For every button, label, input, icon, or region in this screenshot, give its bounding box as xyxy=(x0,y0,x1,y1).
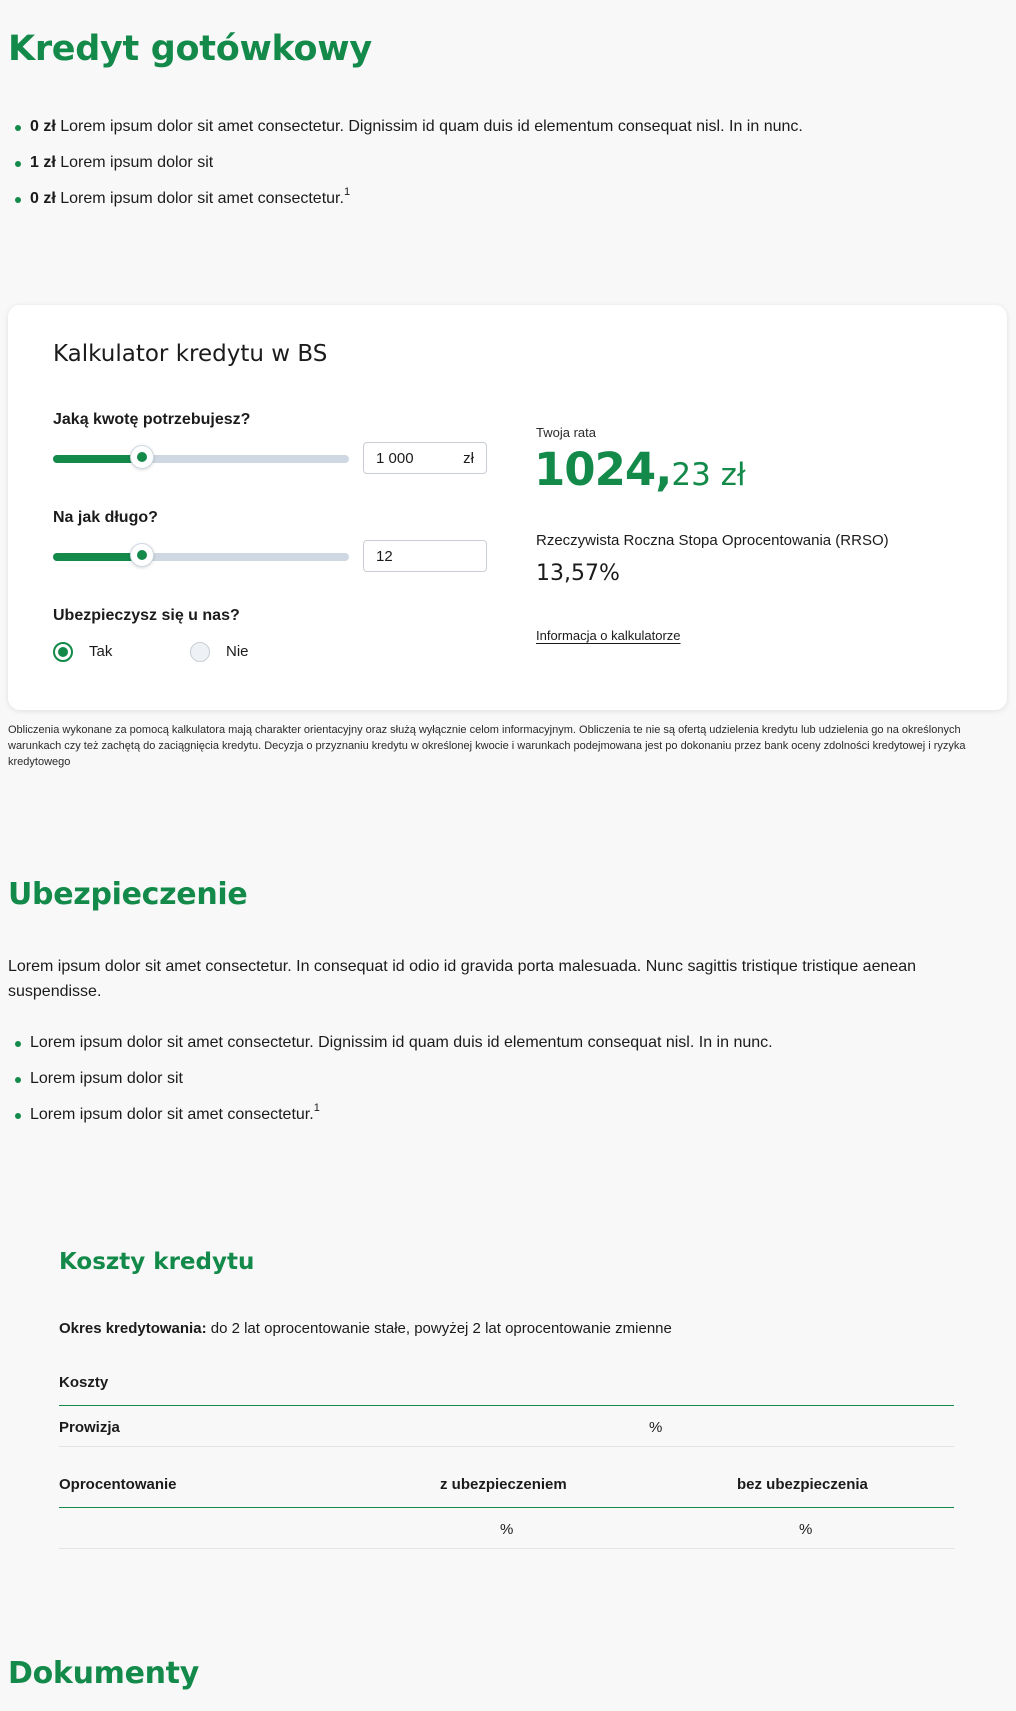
amount-input[interactable]: 1 000 zł xyxy=(363,442,487,474)
term-slider-thumb[interactable] xyxy=(129,543,154,567)
bullet-amount: 0 zł xyxy=(30,190,56,207)
footnote-marker[interactable]: 1 xyxy=(344,186,350,198)
rrso-label: Rzeczywista Roczna Stopa Oprocentowania … xyxy=(536,532,889,549)
insurance-section-title: Ubezpieczenie xyxy=(8,877,248,912)
interest-with-insurance-value: % xyxy=(500,1521,514,1538)
bullet-text: Lorem ipsum dolor sit amet consectetur. … xyxy=(60,118,803,135)
amount-slider-fill xyxy=(53,455,142,463)
bullet-icon xyxy=(15,125,21,131)
insurance-yes-label[interactable]: Tak xyxy=(89,643,112,660)
bullet-amount: 1 zł xyxy=(30,154,56,171)
insurance-question-label: Ubezpieczysz się u nas? xyxy=(53,607,240,624)
insurance-yes-radio[interactable] xyxy=(53,642,73,662)
bullet-icon xyxy=(15,1113,21,1119)
monthly-rate-value: 1024,23 zł xyxy=(534,443,746,496)
loan-calculator-card: Kalkulator kredytu w BS Jaką kwotę potrz… xyxy=(8,305,1007,710)
bullet-text: Lorem ipsum dolor sit xyxy=(30,1070,183,1087)
page-title: Kredyt gotówkowy xyxy=(8,29,372,69)
credit-period-value: do 2 lat oprocentowanie stałe, powyżej 2… xyxy=(210,1320,672,1337)
calculator-title: Kalkulator kredytu w BS xyxy=(53,341,328,367)
documents-section-title: Dokumenty xyxy=(8,1656,199,1691)
bullet-icon xyxy=(15,197,21,203)
table-divider xyxy=(59,1446,954,1447)
insurance-paragraph: Lorem ipsum dolor sit amet consectetur. … xyxy=(8,958,917,1000)
rate-label: Twoja rata xyxy=(536,425,596,440)
footnote-marker[interactable]: 1 xyxy=(314,1102,320,1114)
table-divider xyxy=(59,1548,954,1549)
amount-input-unit: zł xyxy=(463,450,474,467)
costs-section-title: Koszty kredytu xyxy=(59,1249,255,1275)
rate-integer: 1024, xyxy=(534,443,672,496)
credit-period-text: Okres kredytowania: do 2 lat oprocentowa… xyxy=(59,1320,672,1337)
amount-input-value: 1 000 xyxy=(376,450,414,467)
commission-value: % xyxy=(649,1419,663,1436)
table-divider xyxy=(59,1507,954,1508)
insurance-no-radio[interactable] xyxy=(190,642,210,662)
bullet-icon xyxy=(15,1077,21,1083)
term-label: Na jak długo? xyxy=(53,509,158,526)
with-insurance-header: z ubezpieczeniem xyxy=(440,1476,567,1493)
list-item: Lorem ipsum dolor sit amet consectetur. … xyxy=(8,1033,1008,1069)
list-item: Lorem ipsum dolor sit amet consectetur.1 xyxy=(8,1102,1008,1141)
bullet-text: Lorem ipsum dolor sit amet consectetur. xyxy=(30,1106,314,1123)
insurance-bullet-list: Lorem ipsum dolor sit amet consectetur. … xyxy=(8,1033,1008,1141)
term-input-value: 12 xyxy=(376,548,393,565)
bullet-icon xyxy=(15,1041,21,1047)
amount-label: Jaką kwotę potrzebujesz? xyxy=(53,411,251,428)
interest-table-header: Oprocentowanie xyxy=(59,1476,177,1493)
rrso-value: 13,57% xyxy=(536,561,620,586)
amount-slider-thumb[interactable] xyxy=(129,445,154,469)
interest-without-insurance-value: % xyxy=(799,1521,813,1538)
hero-bullet-list: 0 zł Lorem ipsum dolor sit amet consecte… xyxy=(8,117,1008,225)
insurance-no-label[interactable]: Nie xyxy=(226,643,249,660)
bullet-amount: 0 zł xyxy=(30,118,56,135)
rate-decimal: 23 zł xyxy=(671,457,746,493)
calculator-info-link[interactable]: Informacja o kalkulatorze xyxy=(536,628,681,643)
bullet-icon xyxy=(15,161,21,167)
bullet-text: Lorem ipsum dolor sit amet consectetur. xyxy=(60,190,344,207)
bullet-text: Lorem ipsum dolor sit xyxy=(60,154,214,171)
list-item: 0 zł Lorem ipsum dolor sit amet consecte… xyxy=(8,117,1008,153)
term-slider-fill xyxy=(53,553,142,561)
credit-period-label: Okres kredytowania: xyxy=(59,1320,207,1337)
calculator-disclaimer: Obliczenia wykonane za pomocą kalkulator… xyxy=(8,724,966,768)
table-divider xyxy=(59,1405,954,1406)
term-slider[interactable] xyxy=(53,543,349,567)
list-item: 1 zł Lorem ipsum dolor sit xyxy=(8,153,1008,189)
term-input[interactable]: 12 xyxy=(363,540,487,572)
bullet-text: Lorem ipsum dolor sit amet consectetur. … xyxy=(30,1034,773,1051)
commission-label: Prowizja xyxy=(59,1419,120,1436)
without-insurance-header: bez ubezpieczenia xyxy=(737,1476,868,1493)
amount-slider[interactable] xyxy=(53,445,349,469)
costs-table-header: Koszty xyxy=(59,1374,109,1391)
list-item: 0 zł Lorem ipsum dolor sit amet consecte… xyxy=(8,186,1008,225)
list-item: Lorem ipsum dolor sit xyxy=(8,1069,1008,1105)
